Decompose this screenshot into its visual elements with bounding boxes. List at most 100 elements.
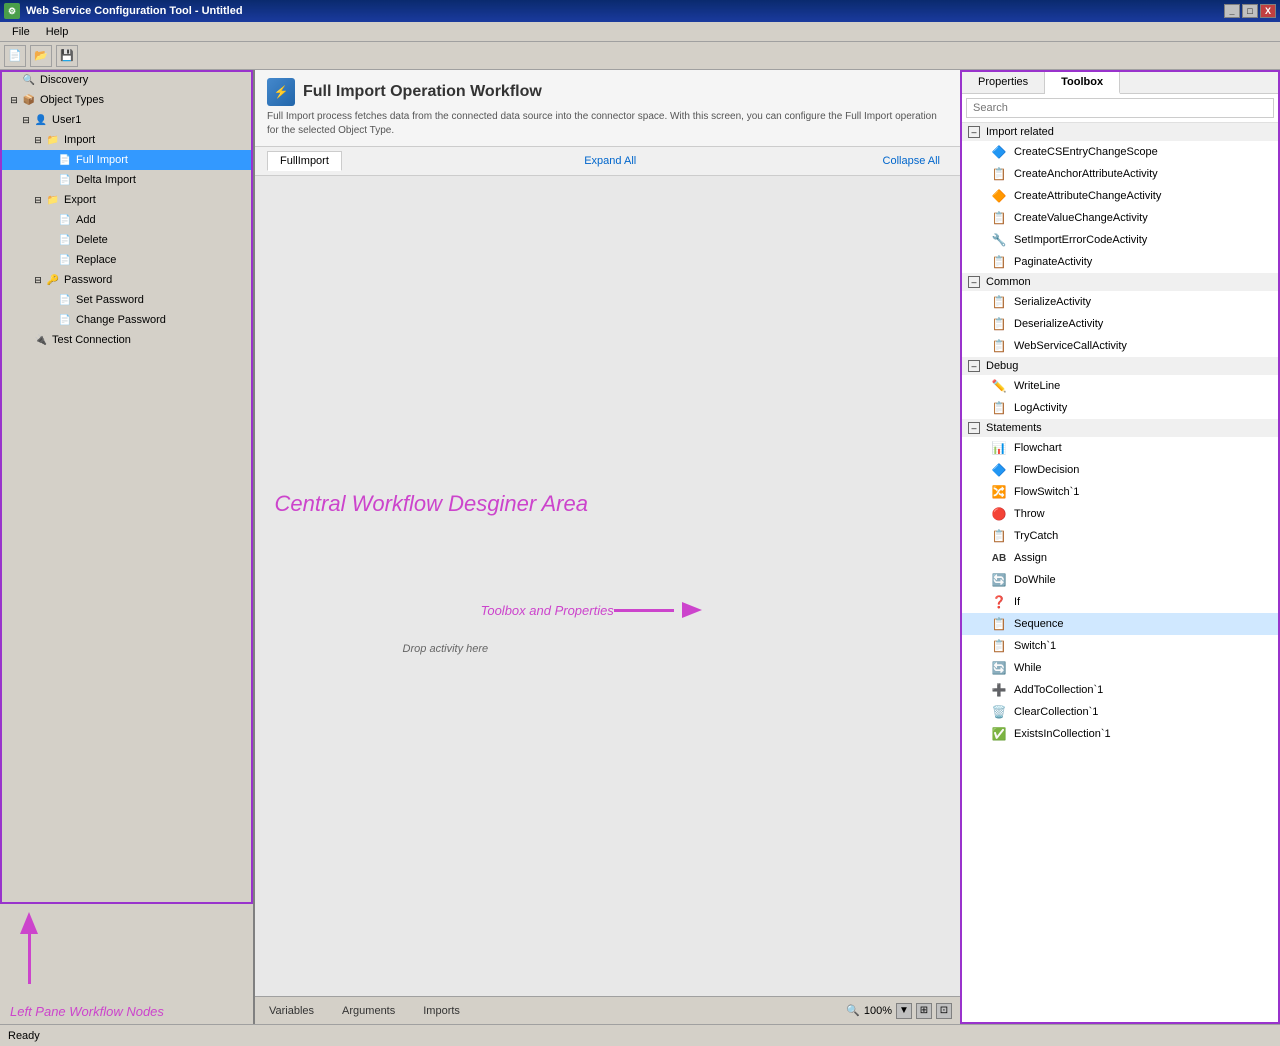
expand-icon-cp [44,314,56,326]
collapse-common-btn[interactable]: – [968,276,980,288]
tree-item-delta-import[interactable]: 📄 Delta Import [0,170,253,190]
item-create-cs-entry[interactable]: 🔷 CreateCSEntryChangeScope [962,141,1278,163]
item-assign[interactable]: AB Assign [962,547,1278,569]
close-button[interactable]: X [1260,4,1276,18]
tree-label-export: Export [64,194,96,206]
category-statements-header[interactable]: – Statements [962,419,1278,437]
category-import-related-header[interactable]: – Import related [962,123,1278,141]
workflow-icon: ⚡ [267,78,295,106]
item-deserialize[interactable]: 📋 DeserializeActivity [962,313,1278,335]
footer-tab-arguments[interactable]: Arguments [336,1003,401,1019]
item-create-anchor[interactable]: 📋 CreateAnchorAttributeActivity [962,163,1278,185]
tree-item-import[interactable]: ⊟ 📁 Import [0,130,253,150]
tab-toolbox[interactable]: Toolbox [1045,72,1120,94]
delta-import-icon: 📄 [57,172,73,188]
item-label-if: If [1014,596,1020,608]
item-create-attribute[interactable]: 🔶 CreateAttributeChangeActivity [962,185,1278,207]
toolbox-tabs: Properties Toolbox [962,72,1278,94]
item-create-value[interactable]: 📋 CreateValueChangeActivity [962,207,1278,229]
item-serialize[interactable]: 📋 SerializeActivity [962,291,1278,313]
footer-tab-imports[interactable]: Imports [417,1003,466,1019]
zoom-dropdown-btn[interactable]: ▼ [896,1003,912,1019]
item-dowhile[interactable]: 🔄 DoWhile [962,569,1278,591]
new-button[interactable]: 📄 [4,45,26,67]
tree-label-test-connection: Test Connection [52,334,131,346]
tree-item-delete[interactable]: 📄 Delete [0,230,253,250]
expand-icon-obj[interactable]: ⊟ [8,94,20,106]
throw-icon: 🔴 [990,505,1008,523]
item-label-create-cs: CreateCSEntryChangeScope [1014,146,1158,158]
tab-properties[interactable]: Properties [962,72,1045,93]
item-if[interactable]: ❓ If [962,591,1278,613]
collapse-debug-btn[interactable]: – [968,360,980,372]
designer-central-label: Central Workflow Desginer Area [275,491,588,517]
item-paginate[interactable]: 📋 PaginateActivity [962,251,1278,273]
footer-tab-variables[interactable]: Variables [263,1003,320,1019]
item-trycatch[interactable]: 📋 TryCatch [962,525,1278,547]
workflow-footer: Variables Arguments Imports 🔍 100% ▼ ⊞ ⊡ [255,996,960,1024]
item-flowchart[interactable]: 📊 Flowchart [962,437,1278,459]
tree-item-set-password[interactable]: 📄 Set Password [0,290,253,310]
toolbox-search-container [962,94,1278,123]
tree-item-add[interactable]: 📄 Add [0,210,253,230]
annotation-label: Left Pane Workflow Nodes [10,1004,164,1019]
tree-label-import: Import [64,134,95,146]
zoom-overview-btn[interactable]: ⊡ [936,1003,952,1019]
tree-item-discovery[interactable]: 🔍 Discovery [0,70,253,90]
tree-item-replace[interactable]: 📄 Replace [0,250,253,270]
expand-icon-replace [44,254,56,266]
collapse-import-related-btn[interactable]: – [968,126,980,138]
item-label-create-attribute: CreateAttributeChangeActivity [1014,190,1161,202]
maximize-button[interactable]: □ [1242,4,1258,18]
designer-area[interactable]: Central Workflow Desginer Area Drop acti… [255,176,960,996]
tree-item-full-import[interactable]: 📄 Full Import [0,150,253,170]
open-button[interactable]: 📂 [30,45,52,67]
item-sequence[interactable]: 📋 Sequence [962,613,1278,635]
item-flowswitch[interactable]: 🔀 FlowSwitch`1 [962,481,1278,503]
expand-icon-import[interactable]: ⊟ [32,134,44,146]
expand-icon-user[interactable]: ⊟ [20,114,32,126]
item-writeline[interactable]: ✏️ WriteLine [962,375,1278,397]
toolbar: 📄 📂 💾 [0,42,1280,70]
toolbox-annotation-arrow [682,602,702,618]
zoom-level: 100% [864,1005,892,1017]
add-icon: 📄 [57,212,73,228]
item-throw[interactable]: 🔴 Throw [962,503,1278,525]
item-webservice-call[interactable]: 📋 WebServiceCallActivity [962,335,1278,357]
app-title: Web Service Configuration Tool - Untitle… [26,5,1224,17]
zoom-fit-btn[interactable]: ⊞ [916,1003,932,1019]
item-set-import-error[interactable]: 🔧 SetImportErrorCodeActivity [962,229,1278,251]
tree-item-user1[interactable]: ⊟ 👤 User1 [0,110,253,130]
item-switch[interactable]: 📋 Switch`1 [962,635,1278,657]
tree-item-export[interactable]: ⊟ 📁 Export [0,190,253,210]
wf-tab-fullimport[interactable]: FullImport [267,151,342,171]
trycatch-icon: 📋 [990,527,1008,545]
tree-item-change-password[interactable]: 📄 Change Password [0,310,253,330]
workflow-title-text: Full Import Operation Workflow [303,83,542,101]
save-button[interactable]: 💾 [56,45,78,67]
item-logactivity[interactable]: 📋 LogActivity [962,397,1278,419]
tree-item-password[interactable]: ⊟ 🔑 Password [0,270,253,290]
menu-help[interactable]: Help [38,24,77,40]
tree-label-discovery: Discovery [40,74,88,86]
item-clearcollection[interactable]: 🗑️ ClearCollection`1 [962,701,1278,723]
category-common-header[interactable]: – Common [962,273,1278,291]
item-existsincollection[interactable]: ✅ ExistsInCollection`1 [962,723,1278,745]
item-flowdecision[interactable]: 🔷 FlowDecision [962,459,1278,481]
menu-file[interactable]: File [4,24,38,40]
expand-icon-pwd[interactable]: ⊟ [32,274,44,286]
tree-label-password: Password [64,274,112,286]
tree-item-object-types[interactable]: ⊟ 📦 Object Types [0,90,253,110]
item-while[interactable]: 🔄 While [962,657,1278,679]
search-input[interactable] [966,98,1274,118]
collapse-all-link[interactable]: Collapse All [883,155,940,167]
item-addtocollection[interactable]: ➕ AddToCollection`1 [962,679,1278,701]
tree-item-test-connection[interactable]: 🔌 Test Connection [0,330,253,350]
expand-all-link[interactable]: Expand All [584,155,636,167]
minimize-button[interactable]: _ [1224,4,1240,18]
expand-icon-export[interactable]: ⊟ [32,194,44,206]
tree-label-change-password: Change Password [76,314,166,326]
category-debug-header[interactable]: – Debug [962,357,1278,375]
collapse-statements-btn[interactable]: – [968,422,980,434]
window-controls: _ □ X [1224,4,1276,18]
